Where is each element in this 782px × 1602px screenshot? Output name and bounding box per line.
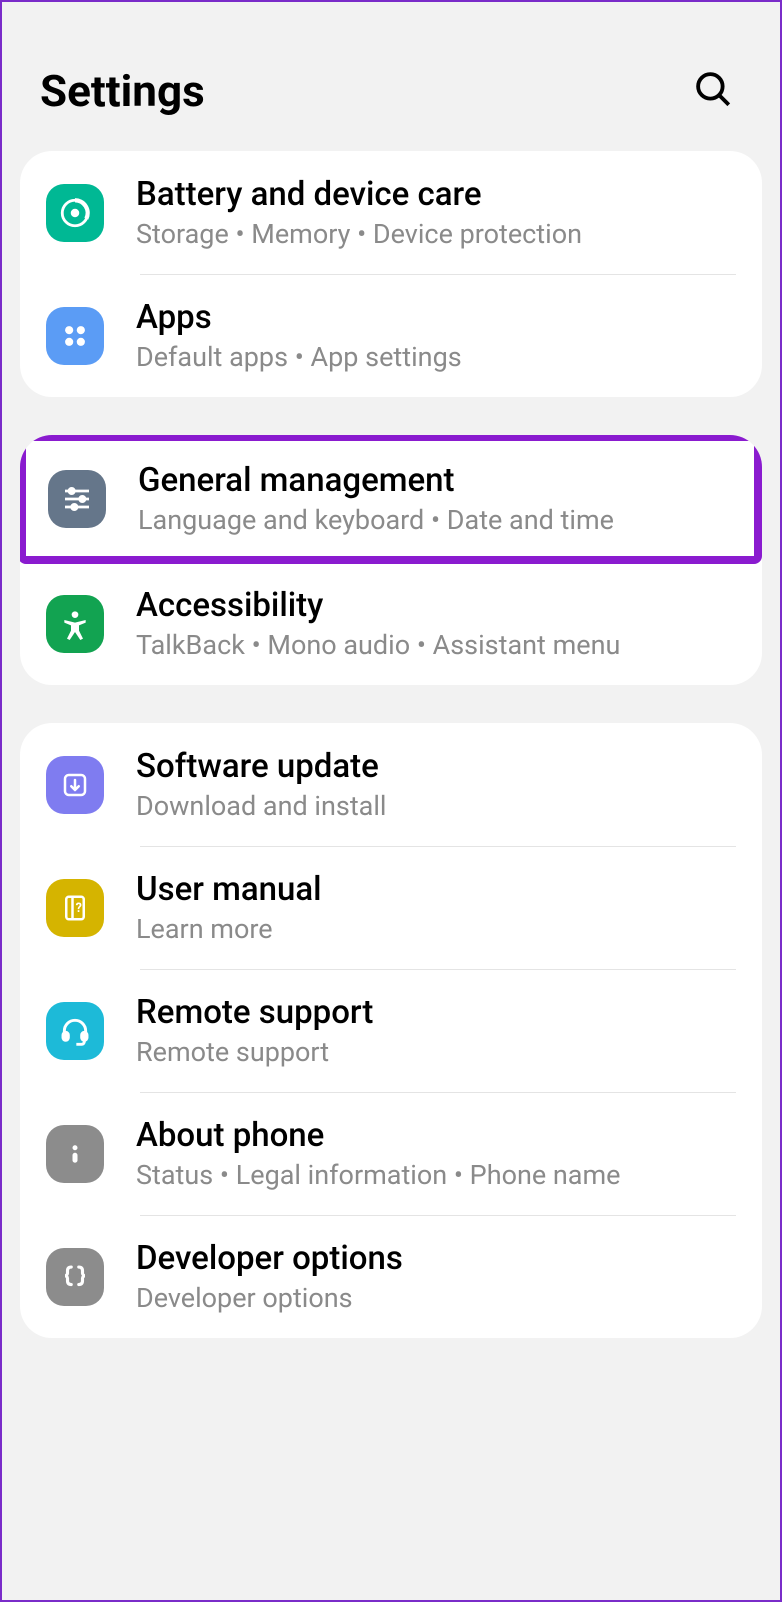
header: Settings bbox=[20, 20, 762, 151]
item-subtitle: Storage • Memory • Device protection bbox=[136, 218, 736, 250]
accessibility-icon bbox=[46, 595, 104, 653]
braces-icon bbox=[46, 1248, 104, 1306]
update-icon bbox=[46, 756, 104, 814]
item-title: General management bbox=[138, 461, 732, 500]
item-remote-support[interactable]: Remote support Remote support bbox=[20, 969, 762, 1092]
search-button[interactable] bbox=[684, 60, 742, 121]
item-subtitle: Download and install bbox=[136, 790, 736, 822]
page-title: Settings bbox=[40, 65, 205, 117]
svg-text:?: ? bbox=[76, 900, 82, 915]
settings-group: Software update Download and install ? U… bbox=[20, 723, 762, 1338]
item-title: Accessibility bbox=[136, 586, 736, 625]
item-title: Software update bbox=[136, 747, 736, 786]
item-software-update[interactable]: Software update Download and install bbox=[20, 723, 762, 846]
item-user-manual[interactable]: ? User manual Learn more bbox=[20, 846, 762, 969]
highlight-general-management: General management Language and keyboard… bbox=[20, 435, 762, 564]
item-title: User manual bbox=[136, 870, 736, 909]
headset-icon bbox=[46, 1002, 104, 1060]
apps-icon bbox=[46, 307, 104, 365]
item-title: Apps bbox=[136, 298, 736, 337]
item-subtitle: Default apps • App settings bbox=[136, 341, 736, 373]
item-subtitle: TalkBack • Mono audio • Assistant menu bbox=[136, 629, 736, 661]
settings-group: General management Language and keyboard… bbox=[20, 435, 762, 685]
item-text: Developer options Developer options bbox=[136, 1239, 736, 1314]
item-battery-device-care[interactable]: Battery and device care Storage • Memory… bbox=[20, 151, 762, 274]
item-title: Developer options bbox=[136, 1239, 736, 1278]
info-icon bbox=[46, 1125, 104, 1183]
item-text: Apps Default apps • App settings bbox=[136, 298, 736, 373]
item-title: Remote support bbox=[136, 993, 736, 1032]
item-about-phone[interactable]: About phone Status • Legal information •… bbox=[20, 1092, 762, 1215]
item-accessibility[interactable]: Accessibility TalkBack • Mono audio • As… bbox=[20, 562, 762, 685]
settings-group: Battery and device care Storage • Memory… bbox=[20, 151, 762, 397]
manual-icon: ? bbox=[46, 879, 104, 937]
item-text: Accessibility TalkBack • Mono audio • As… bbox=[136, 586, 736, 661]
item-general-management[interactable]: General management Language and keyboard… bbox=[26, 441, 754, 556]
item-title: Battery and device care bbox=[136, 175, 736, 214]
item-text: General management Language and keyboard… bbox=[138, 461, 732, 536]
item-subtitle: Language and keyboard • Date and time bbox=[138, 504, 732, 536]
device-care-icon bbox=[46, 184, 104, 242]
item-text: Software update Download and install bbox=[136, 747, 736, 822]
item-subtitle: Status • Legal information • Phone name bbox=[136, 1159, 736, 1191]
sliders-icon bbox=[48, 470, 106, 528]
item-subtitle: Remote support bbox=[136, 1036, 736, 1068]
item-subtitle: Developer options bbox=[136, 1282, 736, 1314]
item-text: Remote support Remote support bbox=[136, 993, 736, 1068]
item-text: About phone Status • Legal information •… bbox=[136, 1116, 736, 1191]
item-title: About phone bbox=[136, 1116, 736, 1155]
search-icon bbox=[692, 68, 734, 110]
item-subtitle: Learn more bbox=[136, 913, 736, 945]
item-text: Battery and device care Storage • Memory… bbox=[136, 175, 736, 250]
item-apps[interactable]: Apps Default apps • App settings bbox=[20, 274, 762, 397]
item-developer-options[interactable]: Developer options Developer options bbox=[20, 1215, 762, 1338]
item-text: User manual Learn more bbox=[136, 870, 736, 945]
